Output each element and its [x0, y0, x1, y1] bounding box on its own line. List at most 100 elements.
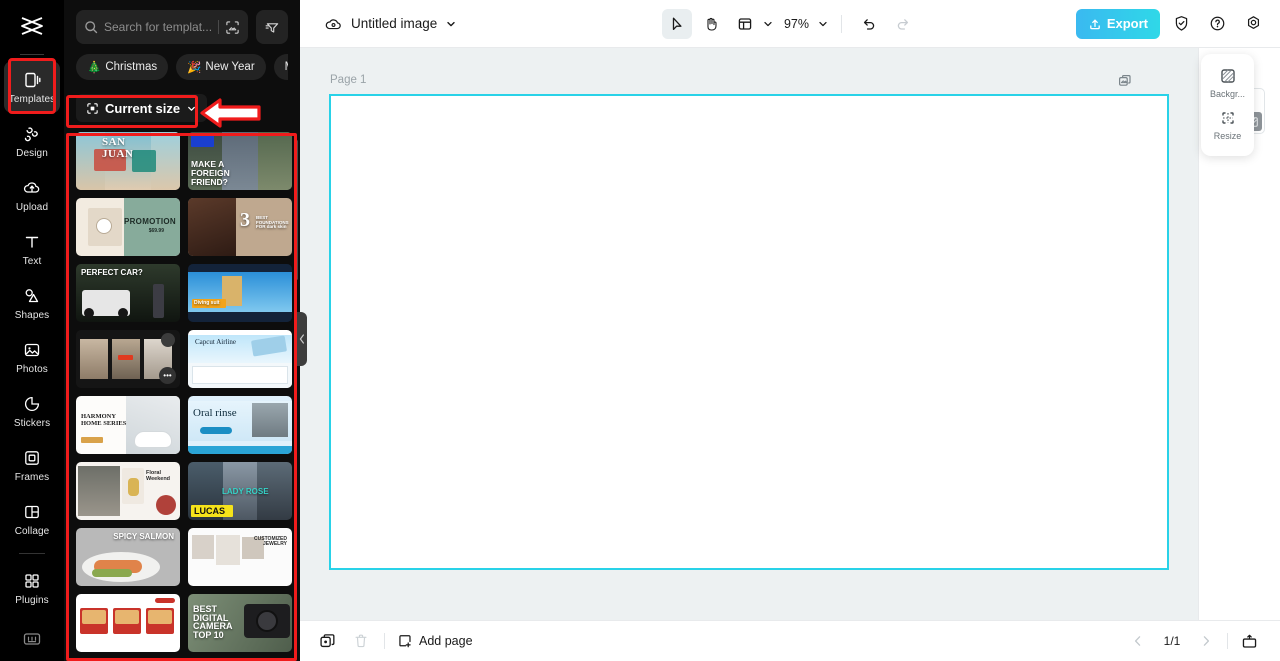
next-page-button[interactable] [1195, 630, 1217, 652]
design-page[interactable] [329, 94, 1169, 570]
template-title: Capcut Airline [195, 338, 237, 346]
sidebar-item-text[interactable]: Text [4, 223, 60, 275]
shield-check-icon [1173, 15, 1190, 32]
photos-icon [22, 340, 42, 360]
zoom-level[interactable]: 97% [784, 17, 809, 31]
page-label: Page 1 [330, 74, 367, 86]
template-thumb[interactable] [76, 594, 180, 652]
template-thumb[interactable]: PERFECT CAR? [76, 264, 180, 322]
panel-collapse-handle[interactable] [296, 312, 307, 366]
undo-button[interactable] [854, 9, 884, 39]
export-button[interactable]: Export [1075, 8, 1160, 39]
chevron-down-icon[interactable] [445, 18, 457, 30]
shield-button[interactable] [1166, 9, 1196, 39]
shapes-icon [22, 286, 42, 306]
main-area: Untitled image 97% Export Page 1 Backgr.… [300, 0, 1280, 661]
template-thumb[interactable]: 3 BEST FOUNDATIONS FOR dark skin [188, 198, 292, 256]
current-size-button[interactable]: Current size [76, 94, 208, 122]
template-subtitle: BEST FOUNDATIONS FOR dark skin [256, 215, 289, 230]
background-button[interactable]: Backgr... [1201, 62, 1254, 104]
sidebar-item-design[interactable]: Design [4, 115, 60, 167]
cursor-icon [669, 16, 685, 32]
document-title[interactable]: Untitled image [351, 16, 437, 31]
present-button[interactable] [1238, 630, 1260, 652]
sidebar-item-stickers[interactable]: Stickers [4, 385, 60, 437]
layout-caret-icon[interactable] [762, 18, 774, 30]
layout-icon [737, 16, 753, 32]
template-thumb[interactable]: Floral Weekend [76, 462, 180, 520]
template-thumb[interactable]: SAN JUAN [76, 132, 180, 190]
template-thumb[interactable]: MAKE A FOREIGN FRIEND? [188, 132, 292, 190]
add-page-button[interactable]: Add page [397, 633, 473, 649]
chip-most[interactable]: Mos [273, 54, 288, 80]
keyboard-icon[interactable] [22, 631, 42, 647]
template-thumb[interactable]: SPICY SALMON [76, 528, 180, 586]
hand-tool[interactable] [696, 9, 726, 39]
divider [1227, 633, 1228, 649]
export-label: Export [1106, 16, 1148, 31]
collage-icon [22, 502, 42, 522]
undo-icon [861, 16, 877, 32]
text-icon [22, 232, 42, 252]
sidebar-item-frames[interactable]: Frames [4, 439, 60, 491]
template-title: HARMONY HOME SERIES [81, 413, 127, 427]
add-page-label: Add page [419, 634, 473, 648]
sidebar-item-shapes[interactable]: Shapes [4, 277, 60, 329]
delete-page-button[interactable] [350, 630, 372, 652]
sidebar-item-plugins[interactable]: Plugins [4, 562, 60, 614]
help-button[interactable] [1202, 9, 1232, 39]
filter-icon [265, 20, 280, 35]
layout-tool[interactable] [730, 9, 760, 39]
sidebar-item-photos[interactable]: Photos [4, 331, 60, 383]
add-page-icon [397, 633, 413, 649]
templates-icon [22, 70, 42, 90]
frames-icon [22, 448, 42, 468]
zoom-caret-icon[interactable] [817, 18, 829, 30]
bottom-toolbar: Add page 1/1 [300, 620, 1280, 661]
settings-button[interactable] [1238, 9, 1268, 39]
template-title: BEST DIGITAL CAMERA TOP 10 [193, 604, 233, 640]
search-input[interactable]: Search for templat... [76, 10, 249, 44]
select-tool[interactable] [661, 8, 692, 39]
chip-christmas[interactable]: 🎄 Christmas [76, 54, 169, 80]
template-thumb[interactable]: Capcut Airline [188, 330, 292, 388]
template-title: PERFECT CAR? [81, 268, 143, 277]
sidebar-item-upload[interactable]: Upload [4, 169, 60, 221]
resize-button[interactable]: Resize [1201, 104, 1254, 146]
template-thumb[interactable]: HARMONY HOME SERIES [76, 396, 180, 454]
duplicate-page-button[interactable] [316, 630, 338, 652]
chip-label: Mos [285, 61, 288, 73]
sidebar-item-collage[interactable]: Collage [4, 493, 60, 545]
template-thumb[interactable]: ••• [76, 330, 180, 388]
duplicate-page-icon[interactable] [1118, 74, 1132, 88]
template-thumb[interactable]: LADY ROSE LUCAS [188, 462, 292, 520]
capcut-logo-icon[interactable] [0, 2, 64, 50]
template-title: LUCAS [194, 505, 225, 516]
rail-separator [19, 553, 45, 554]
template-thumb[interactable]: PROMOTION $69.99 [76, 198, 180, 256]
image-search-icon[interactable] [225, 20, 240, 35]
current-size-label: Current size [105, 100, 181, 116]
canvas-area[interactable]: Page 1 Backgr... Resize [300, 48, 1280, 620]
template-thumb[interactable]: BEST DIGITAL CAMERA TOP 10 [188, 594, 292, 652]
template-thumb[interactable]: Diving suit [188, 264, 292, 322]
prev-page-button[interactable] [1127, 630, 1149, 652]
sidebar-item-label: Templates [8, 93, 56, 105]
filter-button[interactable] [256, 10, 288, 44]
resize-icon [1219, 109, 1237, 127]
redo-icon [895, 16, 911, 32]
panel-scrollbar[interactable] [295, 140, 298, 280]
sidebar-item-label: Text [22, 255, 42, 267]
upload-icon [1088, 17, 1102, 31]
template-thumb[interactable]: CUSTOMIZED JEWELRY [188, 528, 292, 586]
page-indicator: 1/1 [1163, 634, 1181, 648]
cloud-save-icon[interactable] [324, 16, 343, 32]
chip-new-year[interactable]: 🎉 New Year [176, 54, 266, 80]
template-title: 3 [240, 209, 250, 231]
sidebar-item-templates[interactable]: Templates [4, 61, 60, 113]
redo-button[interactable] [888, 9, 918, 39]
template-thumb[interactable]: Oral rinse [188, 396, 292, 454]
sidebar-item-label: Shapes [14, 309, 50, 321]
background-label: Backgr... [1209, 89, 1245, 99]
sidebar-item-label: Frames [14, 471, 50, 483]
